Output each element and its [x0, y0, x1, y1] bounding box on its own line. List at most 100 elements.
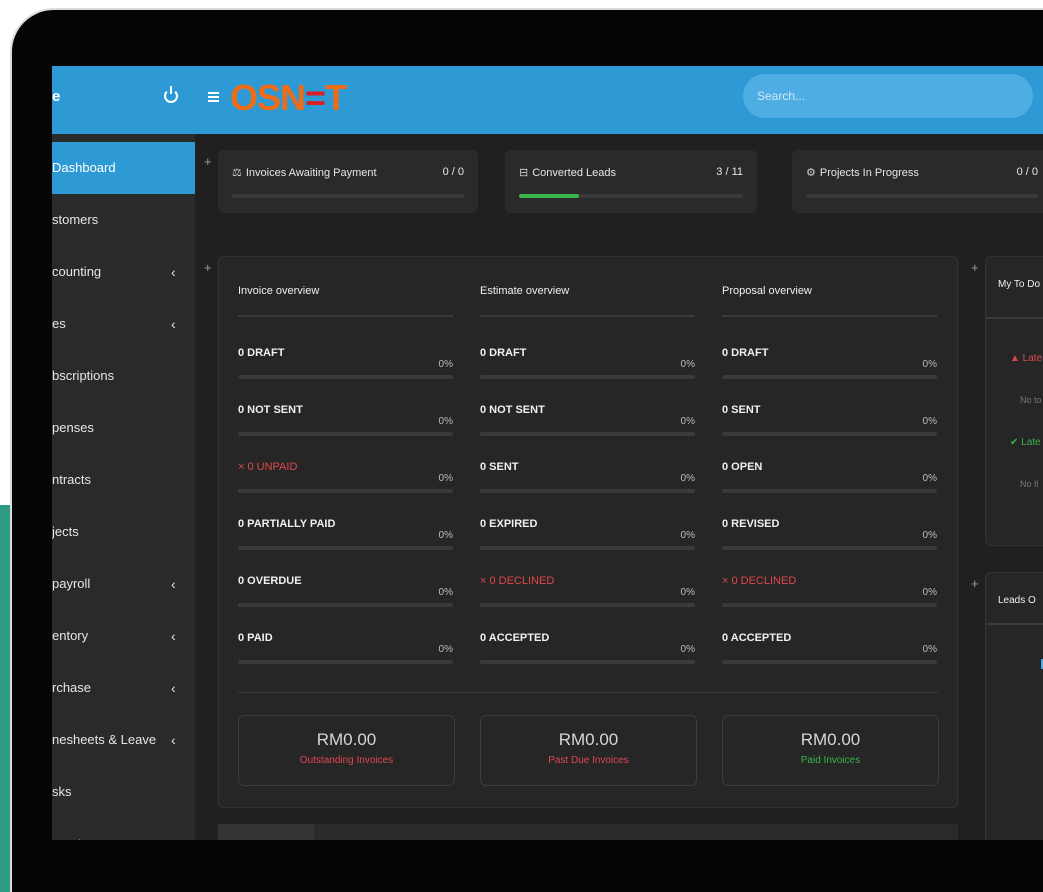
overview-title: Estimate overview [480, 285, 570, 297]
status-label[interactable]: 0 SENT [722, 404, 761, 416]
sidebar-item[interactable]: jects [52, 506, 195, 558]
add-widget-plus-icon[interactable]: + [971, 576, 979, 591]
overview-status-row[interactable]: × 0 UNPAID 0% [238, 461, 453, 517]
overview-status-row[interactable]: 0 DRAFT 0% [238, 347, 453, 403]
todo-latest-empty-text: No fi [1020, 479, 1039, 489]
todo-title: My To Do [998, 279, 1041, 290]
total-caption: Outstanding Invoices [299, 755, 394, 766]
status-percent: 0% [680, 587, 695, 598]
status-label[interactable]: 0 OPEN [722, 461, 762, 473]
status-label[interactable]: 0 DRAFT [238, 347, 284, 359]
sidebar-item[interactable]: sks [52, 766, 195, 818]
overview-status-row[interactable]: 0 SENT 0% [480, 461, 695, 517]
status-label[interactable]: × 0 DECLINED [480, 575, 554, 587]
status-progress-bar [480, 603, 695, 607]
overview-status-row[interactable]: 0 EXPIRED 0% [480, 518, 695, 574]
sidebar-item[interactable]: pport [52, 818, 195, 840]
total-amount: RM0.00 [558, 730, 619, 749]
add-widget-plus-icon[interactable]: + [204, 260, 212, 275]
status-progress-bar [238, 603, 453, 607]
leads-overview-panel: Leads O [985, 572, 1043, 840]
topbar-user-area: e [52, 66, 195, 134]
overview-status-row[interactable]: 0 NOT SENT 0% [238, 404, 453, 460]
status-label[interactable]: 0 ACCEPTED [722, 632, 791, 644]
overview-status-row[interactable]: × 0 DECLINED 0% [722, 575, 937, 631]
overview-status-row[interactable]: 0 ACCEPTED 0% [480, 632, 695, 688]
bottom-tab-active[interactable] [218, 824, 314, 840]
overview-status-row[interactable]: 0 PARTIALLY PAID 0% [238, 518, 453, 574]
status-progress-bar [722, 375, 937, 379]
overview-title-divider [722, 315, 937, 317]
overview-status-row[interactable]: 0 DRAFT 0% [480, 347, 695, 403]
status-label[interactable]: 0 NOT SENT [238, 404, 303, 416]
status-percent: 0% [680, 416, 695, 427]
status-percent: 0% [922, 473, 937, 484]
marketing-stage: e OSN=T Dashboard stomers counting ‹ es ‹ bscr… [0, 0, 1043, 892]
status-label[interactable]: × 0 DECLINED [722, 575, 796, 587]
status-label[interactable]: 0 PARTIALLY PAID [238, 518, 335, 530]
overview-status-row[interactable]: 0 REVISED 0% [722, 518, 937, 574]
chevron-left-icon[interactable]: ‹ [171, 610, 176, 662]
status-label[interactable]: 0 REVISED [722, 518, 779, 530]
chevron-left-icon[interactable]: ‹ [171, 558, 176, 610]
sidebar-item-label: nesheets & Leave [52, 732, 157, 747]
status-label[interactable]: 0 PAID [238, 632, 273, 644]
overview-status-row[interactable]: 0 SENT 0% [722, 404, 937, 460]
bottom-tabs-bar [218, 824, 958, 840]
stat-card[interactable]: ⚙ Projects In Progress 0 / 0 [792, 150, 1043, 213]
status-percent: 0% [922, 530, 937, 541]
search-input[interactable] [743, 74, 1033, 118]
leads-divider [986, 623, 1043, 625]
status-label[interactable]: 0 NOT SENT [480, 404, 545, 416]
status-progress-bar [722, 489, 937, 493]
status-label[interactable]: × 0 UNPAID [238, 461, 297, 473]
overview-status-row[interactable]: 0 NOT SENT 0% [480, 404, 695, 460]
status-label[interactable]: 0 DRAFT [480, 347, 526, 359]
sidebar-item[interactable]: entory ‹ [52, 610, 195, 662]
power-icon[interactable] [164, 86, 178, 103]
sidebar-item[interactable]: bscriptions [52, 350, 195, 402]
invoice-total-box[interactable]: RM0.00 Paid Invoices [722, 715, 939, 786]
sidebar-item[interactable]: es ‹ [52, 298, 195, 350]
sidebar-item-label: rchase [52, 680, 92, 695]
overview-status-row[interactable]: 0 OPEN 0% [722, 461, 937, 517]
sidebar-item[interactable]: payroll ‹ [52, 558, 195, 610]
overview-status-row[interactable]: 0 DRAFT 0% [722, 347, 937, 403]
status-label[interactable]: 0 EXPIRED [480, 518, 537, 530]
status-label[interactable]: 0 OVERDUE [238, 575, 302, 587]
status-percent: 0% [438, 530, 453, 541]
status-label[interactable]: 0 DRAFT [722, 347, 768, 359]
sidebar-item[interactable]: nesheets & Leave ‹ [52, 714, 195, 766]
invoice-total-box[interactable]: RM0.00 Past Due Invoices [480, 715, 697, 786]
invoice-icon: ⚖ [232, 167, 242, 179]
status-progress-bar [238, 660, 453, 664]
sidebar-item[interactable]: penses [52, 402, 195, 454]
stat-card[interactable]: ⚖ Invoices Awaiting Payment 0 / 0 [218, 150, 478, 213]
invoice-total-box[interactable]: RM0.00 Outstanding Invoices [238, 715, 455, 786]
chevron-left-icon[interactable]: ‹ [171, 662, 176, 714]
add-widget-plus-icon[interactable]: + [971, 260, 979, 275]
stat-card[interactable]: ⊟ Converted Leads 3 / 11 [505, 150, 757, 213]
sidebar-item-label: bscriptions [52, 368, 115, 383]
status-label[interactable]: 0 SENT [480, 461, 519, 473]
finance-overview-panel: Invoice overview 0 DRAFT 0% 0 NOT SENT 0% × 0… [218, 256, 958, 808]
sidebar-item[interactable]: Dashboard [52, 142, 195, 194]
sidebar-item[interactable]: ntracts [52, 454, 195, 506]
menu-toggle-icon[interactable] [208, 92, 219, 102]
sidebar-item[interactable]: rchase ‹ [52, 662, 195, 714]
chevron-left-icon[interactable]: ‹ [171, 714, 176, 766]
overview-status-row[interactable]: 0 ACCEPTED 0% [722, 632, 937, 688]
overview-status-row[interactable]: 0 PAID 0% [238, 632, 453, 688]
status-label[interactable]: 0 ACCEPTED [480, 632, 549, 644]
chevron-left-icon[interactable]: ‹ [171, 298, 176, 350]
brand-logo[interactable]: OSN=T [230, 78, 347, 118]
sidebar-item[interactable]: stomers [52, 194, 195, 246]
overview-status-row[interactable]: × 0 DECLINED 0% [480, 575, 695, 631]
status-percent: 0% [438, 473, 453, 484]
status-progress-bar [480, 375, 695, 379]
sidebar-item[interactable]: counting ‹ [52, 246, 195, 298]
overview-status-row[interactable]: 0 OVERDUE 0% [238, 575, 453, 631]
chevron-left-icon[interactable]: ‹ [171, 246, 176, 298]
add-widget-plus-icon[interactable]: + [204, 154, 212, 169]
status-percent: 0% [922, 359, 937, 370]
